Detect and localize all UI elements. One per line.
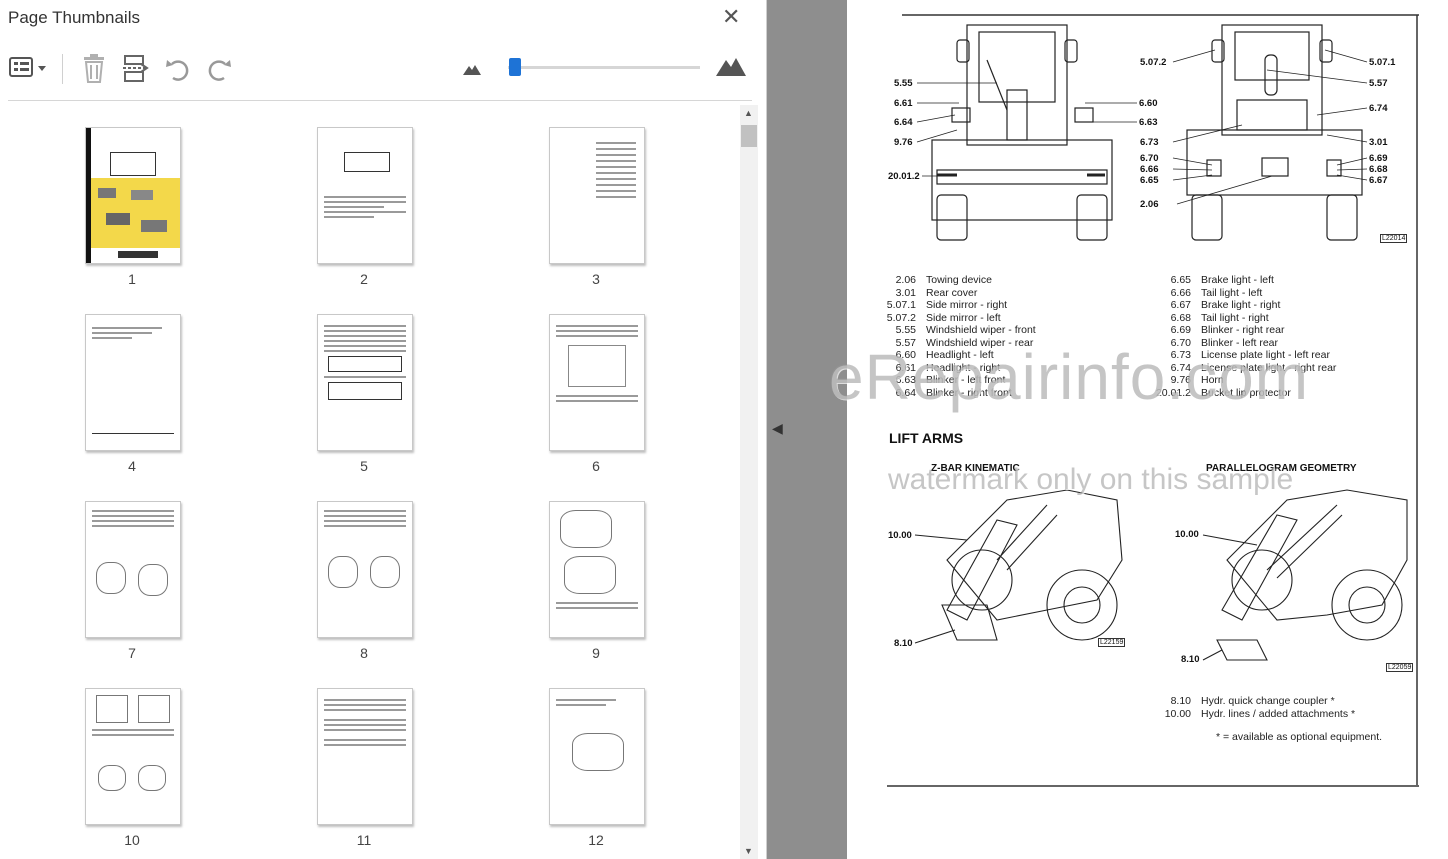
rotate-counterclockwise-icon[interactable]	[164, 54, 192, 89]
rotate-clockwise-icon[interactable]	[205, 54, 233, 89]
thumbnail-number: 9	[592, 645, 600, 661]
thumbnail-number: 10	[124, 832, 140, 848]
thumbnail-number: 6	[592, 458, 600, 474]
large-mountain-icon[interactable]	[716, 56, 746, 81]
thumbnail-page-6[interactable]	[549, 314, 645, 451]
callout: 6.63	[1139, 117, 1158, 128]
callout: 6.69	[1369, 153, 1388, 164]
thumbnail-page-3[interactable]	[549, 127, 645, 264]
document-page: 5.55 6.61 6.64 9.76 20.01.2 6.60 6.63 5.…	[847, 0, 1448, 859]
z-bar-loader-drawing	[914, 489, 1123, 644]
callout: 2.06	[1140, 199, 1159, 210]
thumbnail-number: 3	[592, 271, 600, 287]
legend-bottom: 8.10 Hydr. quick change coupler * 10.00 Hy…	[1164, 695, 1356, 720]
zoom-slider-handle[interactable]	[509, 58, 521, 76]
callout: 5.07.2	[1140, 57, 1167, 68]
callout: 5.55	[894, 78, 913, 89]
collapse-panel-icon[interactable]: ◀	[772, 420, 783, 437]
thumbnail-page-9[interactable]	[549, 501, 645, 638]
section-title: LIFT ARMS	[889, 430, 964, 446]
callout: 9.76	[894, 137, 913, 148]
thumbnail-number: 5	[360, 458, 368, 474]
thumbnail-page-5[interactable]	[317, 314, 413, 451]
callout: 6.68	[1369, 164, 1388, 175]
thumbnail-number: 2	[360, 271, 368, 287]
thumbnail-page-1[interactable]	[85, 127, 181, 264]
callout: 6.74	[1369, 103, 1388, 114]
panel-title: Page Thumbnails	[8, 8, 140, 27]
callout: 8.10	[1181, 654, 1200, 665]
callout: 6.64	[894, 117, 913, 128]
callout: 6.61	[894, 98, 913, 109]
thumbnail-page-12[interactable]	[549, 688, 645, 825]
callout: 6.70	[1140, 153, 1159, 164]
thumbnail-scrollbar[interactable]: ▲ ▼	[740, 105, 758, 859]
callout: 8.10	[894, 638, 913, 649]
thumbnail-grid: 1 2 3 4 5 6 7 8 9 10 11 12	[0, 105, 740, 859]
callout: 6.73	[1140, 137, 1159, 148]
thumbnail-number: 7	[128, 645, 136, 661]
callout: 6.66	[1140, 164, 1159, 175]
front-view-drawing	[931, 24, 1113, 241]
rear-view-drawing	[1186, 24, 1363, 241]
figure-reference: L22014	[1380, 234, 1408, 243]
trash-icon[interactable]	[80, 54, 108, 89]
zoom-slider-track[interactable]	[508, 66, 700, 69]
thumbnail-toolbar	[0, 44, 766, 96]
watermark-subtitle: watermark only on this sample	[888, 463, 1294, 496]
callout: 6.60	[1139, 98, 1158, 109]
thumbnail-number: 1	[128, 271, 136, 287]
close-icon[interactable]: ✕	[722, 4, 740, 30]
callout: 5.07.1	[1369, 57, 1396, 68]
figure-reference: L22159	[1098, 638, 1126, 647]
thumbnail-page-11[interactable]	[317, 688, 413, 825]
thumbnail-number: 11	[356, 832, 372, 848]
thumbnail-page-4[interactable]	[85, 314, 181, 451]
parallelogram-loader-drawing	[1202, 489, 1408, 661]
scroll-down-icon[interactable]: ▼	[744, 846, 753, 856]
thumbnail-options-icon[interactable]	[8, 54, 50, 87]
small-mountain-icon[interactable]	[463, 62, 481, 80]
callout: 6.67	[1369, 175, 1388, 186]
scroll-up-icon[interactable]: ▲	[744, 108, 753, 118]
callout: 6.65	[1140, 175, 1159, 186]
thumbnail-page-8[interactable]	[317, 501, 413, 638]
thumbnail-number: 4	[128, 458, 136, 474]
footnote: * = available as optional equipment.	[1216, 731, 1383, 743]
thumbnail-page-7[interactable]	[85, 501, 181, 638]
callout: 10.00	[1175, 529, 1199, 540]
thumbnail-page-2[interactable]	[317, 127, 413, 264]
watermark: eRepairinfo.com	[828, 341, 1309, 413]
thumbnail-number: 12	[588, 832, 604, 848]
callout: 20.01.2	[888, 171, 920, 182]
callout: 5.57	[1369, 78, 1388, 89]
panel-divider	[8, 100, 752, 101]
callout: 10.00	[888, 530, 912, 541]
scrollbar-thumb[interactable]	[741, 125, 757, 147]
callout: 3.01	[1369, 137, 1388, 148]
page-thumbnails-panel: Page Thumbnails ✕ 1 2 3 4 5 6 7 8 9 10 1…	[0, 0, 767, 859]
thumbnail-page-10[interactable]	[85, 688, 181, 825]
figure-reference: L22059	[1386, 663, 1414, 672]
insert-pages-icon[interactable]	[121, 54, 149, 89]
thumbnail-number: 8	[360, 645, 368, 661]
